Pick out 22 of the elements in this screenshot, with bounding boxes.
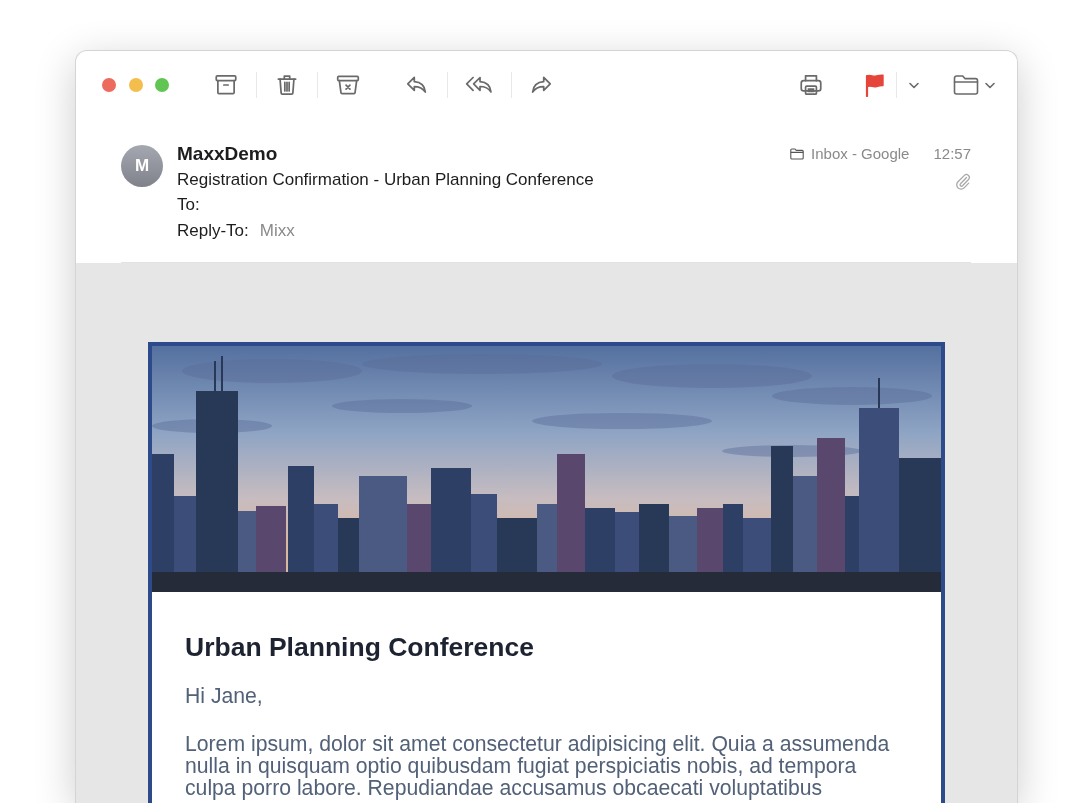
- subject-text: Registration Confirmation - Urban Planning Conference: [177, 168, 594, 191]
- reply-to-label: Reply-To:: [177, 219, 249, 242]
- to-label: To:: [177, 195, 200, 214]
- reply-to-address: Mixx: [259, 219, 295, 242]
- sender-name: MaxxDemo: [177, 142, 279, 166]
- time-label: 12:57: [933, 144, 971, 164]
- close-button[interactable]: [102, 78, 116, 92]
- body-paragraph: Lorem ipsum, dolor sit amet consectetur adipisicing elit. Quia a assumenda nulla in quisquam optio quibusdam fugiat perspiciatis nobis, ad tempora culpa porro labore. Repudiandae accusamus obcaecati voluptatibus: [185, 733, 891, 799]
- print-button[interactable]: [798, 72, 824, 98]
- flag-menu-button[interactable]: [908, 80, 920, 90]
- move-to-folder-button[interactable]: [953, 74, 996, 96]
- archive-button[interactable]: [213, 72, 239, 98]
- folder-icon: [790, 147, 805, 160]
- sender-avatar: M: [121, 145, 163, 187]
- folder-icon: [953, 74, 980, 96]
- greeting-text: Hi Jane,: [185, 685, 264, 707]
- caret-icon: [984, 80, 996, 90]
- mailbox-label[interactable]: Inbox - Google: [811, 141, 910, 167]
- email-heading: Urban Planning Conference: [185, 631, 535, 663]
- printer-icon: [798, 72, 824, 98]
- caret-icon: [908, 80, 920, 90]
- archive-icon: [213, 72, 239, 98]
